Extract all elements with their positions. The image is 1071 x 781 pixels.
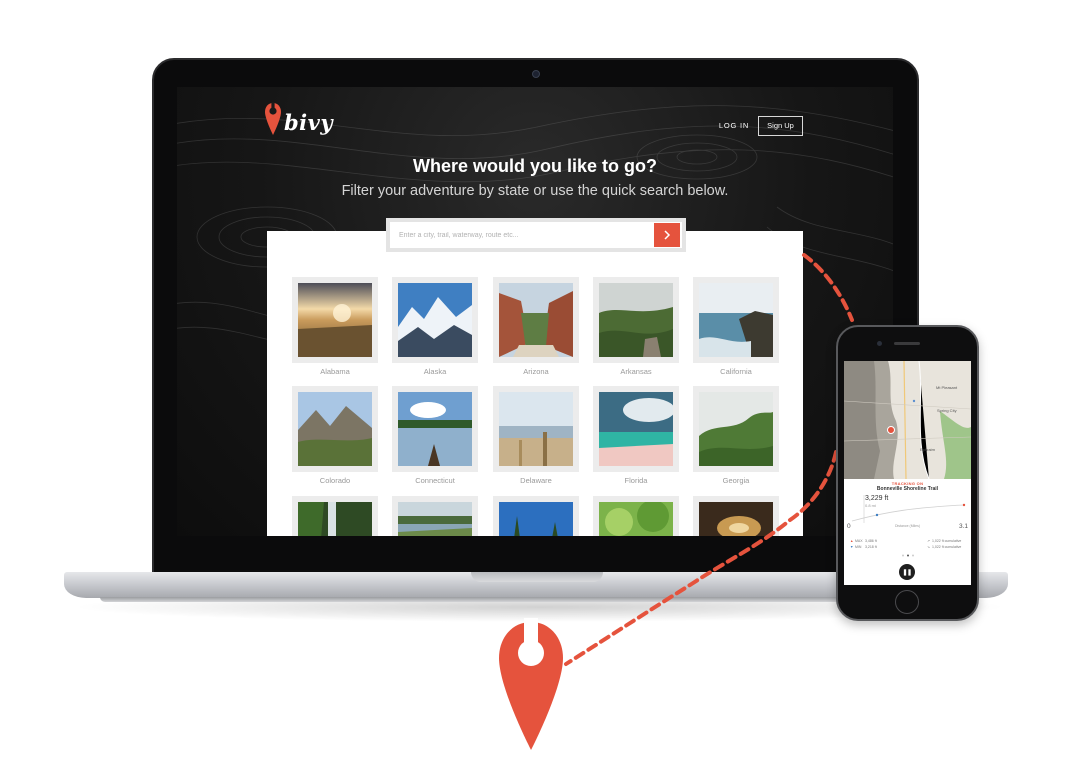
- current-distance: 0.8 mi: [865, 503, 876, 508]
- state-label-arkansas: Arkansas: [620, 367, 652, 376]
- gain-cumulative: 1,022 ft cumulative: [932, 539, 962, 543]
- page-indicator: [902, 554, 914, 557]
- search-button[interactable]: [654, 223, 680, 247]
- florida-photo: [599, 392, 673, 466]
- waterfall-photo: [298, 502, 372, 536]
- search-input[interactable]: [390, 222, 654, 248]
- laptop-camera: [532, 70, 540, 78]
- state-label-alaska: Alaska: [423, 367, 447, 376]
- bivy-logo[interactable]: bivy: [264, 102, 333, 136]
- loss-icon: ↘: [927, 545, 930, 549]
- map-label-mt-pleasant: Mt Pleasant: [936, 385, 958, 390]
- state-label-arizona: Arizona: [523, 367, 549, 376]
- state-card-colorado[interactable]: [292, 386, 378, 472]
- state-card-alaska[interactable]: [392, 277, 478, 363]
- delaware-photo: [499, 392, 573, 466]
- alabama-photo: [298, 283, 372, 357]
- login-link[interactable]: LOG IN: [714, 119, 754, 133]
- signup-button[interactable]: Sign Up: [758, 116, 803, 136]
- laptop-notch: [471, 572, 603, 582]
- state-label-alabama: Alabama: [320, 367, 350, 376]
- forest-photo: [599, 502, 673, 536]
- state-label-california: California: [720, 367, 752, 376]
- phone-camera: [877, 341, 882, 346]
- brand-name: bivy: [284, 109, 334, 135]
- min-value: 3,218 ft: [865, 545, 877, 549]
- trail-name: Bonneville Shoreline Trail: [876, 486, 939, 492]
- state-label-delaware: Delaware: [520, 476, 552, 485]
- alaska-photo: [398, 283, 472, 357]
- marsh-photo: [398, 502, 472, 536]
- phone-home-button[interactable]: [895, 590, 919, 614]
- max-value: 3,486 ft: [865, 539, 877, 543]
- arkansas-photo: [599, 283, 673, 357]
- states-row-3: [267, 496, 803, 536]
- state-label-georgia: Georgia: [722, 476, 750, 485]
- state-card-alabama[interactable]: [292, 277, 378, 363]
- hero-title: Where would you like to go?: [412, 156, 657, 176]
- min-label: MIN: [855, 545, 862, 549]
- max-label: MAX: [855, 539, 863, 543]
- big-location-pin-icon: [499, 618, 563, 750]
- hero-subtitle: Filter your adventure by state or use th…: [341, 183, 729, 199]
- state-card-california[interactable]: [693, 277, 779, 363]
- state-card-connecticut[interactable]: [392, 386, 478, 472]
- georgia-photo: [699, 392, 773, 466]
- max-marker-icon: ▲: [850, 539, 854, 543]
- state-card-arkansas[interactable]: [593, 277, 679, 363]
- pause-button[interactable]: ❚❚: [899, 564, 915, 580]
- search-bar: [386, 218, 686, 252]
- state-card-row3-5[interactable]: [693, 496, 779, 536]
- connecticut-photo: [398, 392, 472, 466]
- state-card-delaware[interactable]: [493, 386, 579, 472]
- state-label-connecticut: Connecticut: [415, 476, 455, 485]
- distance-axis-label: Distance (Miles): [894, 524, 921, 528]
- state-label-florida: Florida: [624, 476, 648, 485]
- gain-icon: ↗: [927, 539, 930, 543]
- current-elevation: 3,229 ft: [865, 495, 889, 502]
- min-marker-icon: ▼: [850, 545, 854, 549]
- state-card-arizona[interactable]: [493, 277, 579, 363]
- state-card-row3-3[interactable]: [493, 496, 579, 536]
- blue-sky-photo: [499, 502, 573, 536]
- state-card-row3-1[interactable]: [292, 496, 378, 536]
- distance-axis-end: 3.1: [959, 523, 969, 530]
- state-card-georgia[interactable]: [693, 386, 779, 472]
- trail-map[interactable]: Mt Pleasant Spring City Ephraim: [844, 361, 971, 479]
- state-label-colorado: Colorado: [319, 476, 351, 485]
- location-pin-icon: [265, 102, 281, 135]
- cave-photo: [699, 502, 773, 536]
- state-card-row3-2[interactable]: [392, 496, 478, 536]
- california-photo: [699, 283, 773, 357]
- state-card-row3-4[interactable]: [593, 496, 679, 536]
- pause-icon: ❚❚: [902, 569, 912, 576]
- arizona-photo: [499, 283, 573, 357]
- phone-speaker: [894, 342, 920, 345]
- loss-cumulative: 1,022 ft cumulative: [932, 545, 962, 549]
- chevron-right-icon: [664, 230, 671, 240]
- colorado-photo: [298, 392, 372, 466]
- map-label-ephraim: Ephraim: [920, 447, 936, 452]
- state-card-florida[interactable]: [593, 386, 679, 472]
- map-label-spring-city: Spring City: [937, 408, 957, 413]
- phone-screen: Mt Pleasant Spring City Ephraim TRACKING…: [844, 361, 971, 585]
